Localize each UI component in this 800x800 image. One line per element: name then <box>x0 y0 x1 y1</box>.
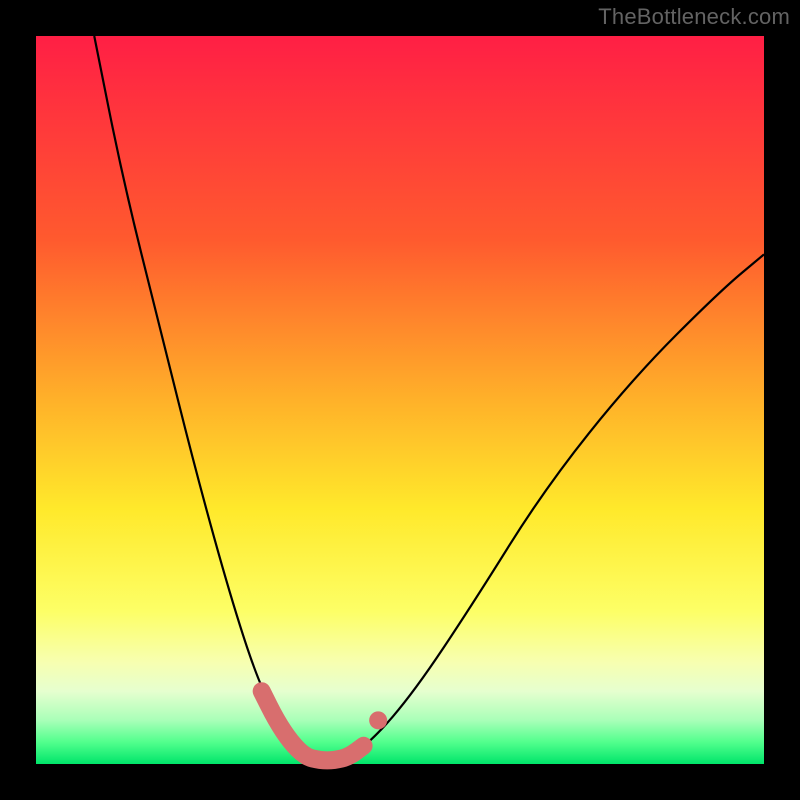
bottleneck-chart <box>0 0 800 800</box>
gradient-panel <box>36 36 764 764</box>
chart-frame: TheBottleneck.com <box>0 0 800 800</box>
watermark-text: TheBottleneck.com <box>598 4 790 30</box>
minimum-marker-dot <box>369 711 387 729</box>
